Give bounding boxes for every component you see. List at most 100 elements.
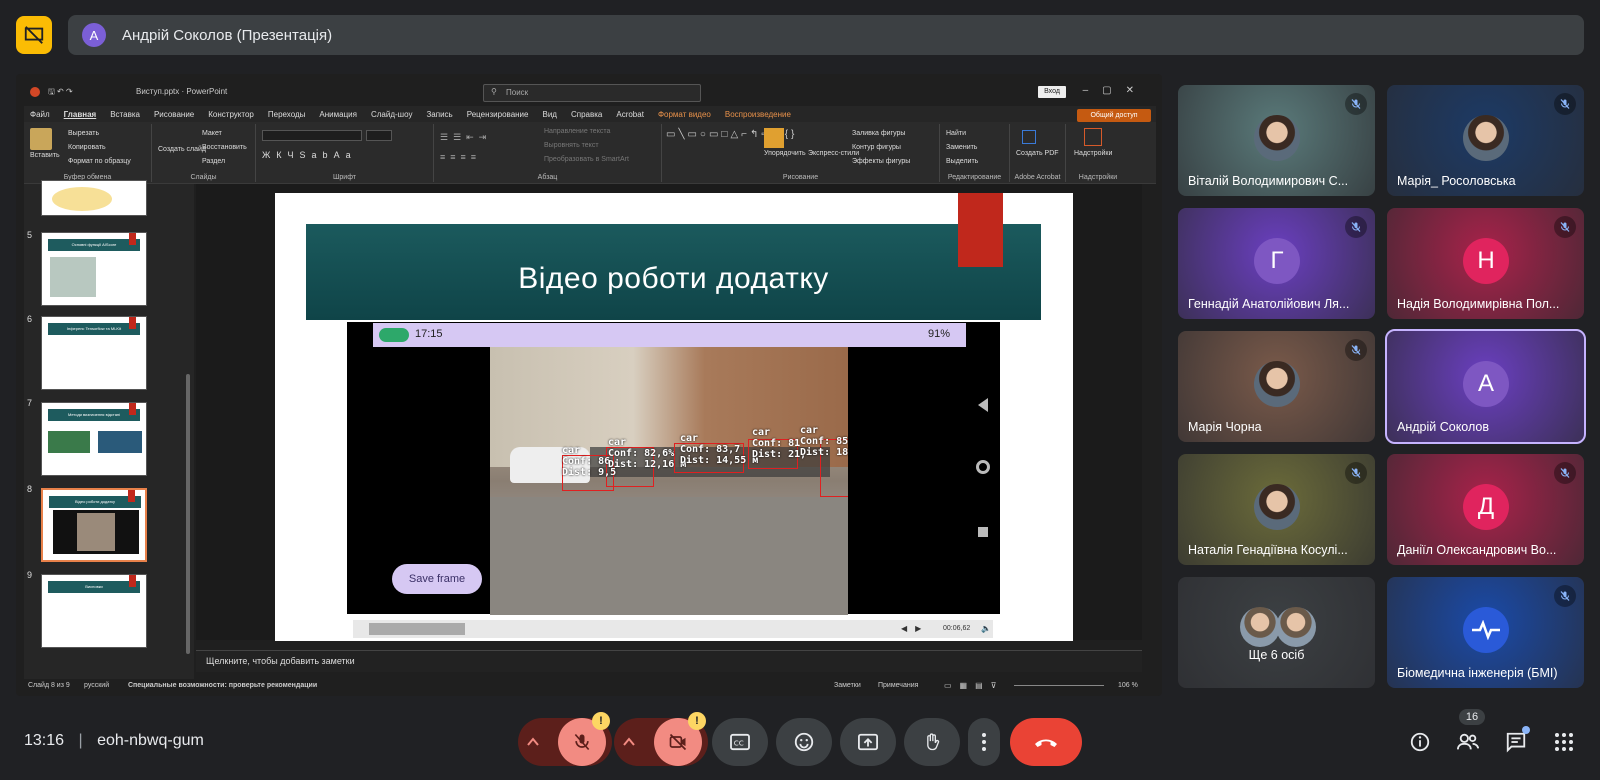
font-size-select[interactable] [366,130,392,141]
shape-fill-button[interactable]: Заливка фигуры [852,130,905,137]
participant-tile[interactable]: Наталія Генадіївна Косулі... [1178,454,1375,565]
comments-toggle[interactable]: Примечания [878,682,918,689]
create-pdf-icon[interactable] [1022,130,1036,144]
menu-transitions[interactable]: Переходы [268,110,306,119]
text-direction-button[interactable]: Направление текста [544,128,610,135]
paste-icon[interactable] [30,128,52,150]
participant-tile[interactable]: А Андрій Соколов [1385,329,1586,444]
presenting-indicator-icon[interactable] [16,16,52,54]
participant-tile[interactable]: Біомедична інженерія (БМІ) [1387,577,1584,688]
ppt-search-box[interactable]: ⚲ Поиск [483,84,701,102]
shape-effects-button[interactable]: Эффекты фигуры [852,158,910,165]
menu-help[interactable]: Справка [571,110,602,119]
copy-button[interactable]: Копировать [68,144,106,151]
menu-review[interactable]: Рецензирование [467,110,529,119]
addins-button[interactable]: Надстройки [1074,150,1112,157]
menu-file[interactable]: Файл [30,110,50,119]
thumbnail-scrollbar[interactable] [186,374,190,654]
font-format-buttons[interactable]: ЖКЧSabAa [262,150,357,160]
slide-thumbnail-7[interactable]: Методи визначення відстані [41,402,147,476]
share-button[interactable]: Общий доступ [1077,109,1151,122]
more-options-button[interactable] [968,718,1000,766]
slide-thumbnail-9[interactable]: Висновки [41,574,147,648]
create-pdf-button[interactable]: Создать PDF [1016,150,1059,157]
phone-back-icon[interactable] [978,398,988,412]
menu-home[interactable]: Главная [64,110,97,119]
section-button[interactable]: Раздел [202,158,225,165]
select-button[interactable]: Выделить [946,158,978,165]
menu-view[interactable]: Вид [542,110,556,119]
camera-warning-icon[interactable]: ! [688,712,706,730]
slide-thumbnail-5[interactable]: Основні функції AIScore [41,232,147,306]
present-screen-button[interactable] [840,718,896,766]
participant-tile[interactable]: Г Геннадій Анатолійович Ля... [1178,208,1375,319]
menu-record[interactable]: Запись [426,110,452,119]
window-controls[interactable]: –▢✕ [1083,85,1148,96]
quick-access-icons[interactable]: 🖫 ↶ ↷ [48,86,73,100]
smartart-button[interactable]: Преобразовать в SmartArt [544,156,629,163]
captions-button[interactable]: CC [712,718,768,766]
mic-warning-icon[interactable]: ! [592,712,610,730]
participant-tile[interactable]: Д Даніїл Олександрович Во... [1387,454,1584,565]
find-button[interactable]: Найти [946,130,966,137]
participant-tile[interactable]: Марія_ Росоловська [1387,85,1584,196]
chat-button[interactable] [1504,726,1530,754]
slide-title[interactable]: Відео роботи додатку [306,262,1041,296]
slide-thumbnail-6[interactable]: Інференс Tensorflow та MLKit [41,316,147,390]
list-buttons[interactable]: ☰☰⇤⇥ [440,132,491,143]
video-options-chevron-icon[interactable] [622,735,636,749]
participant-tile[interactable]: Ще 6 осіб [1178,577,1375,688]
new-slide-button[interactable]: Создать слайд [158,146,206,153]
reactions-button[interactable] [776,718,832,766]
menu-acrobat[interactable]: Acrobat [616,110,644,119]
cut-button[interactable]: Вырезать [68,130,99,137]
align-text-button[interactable]: Выровнять текст [544,142,599,149]
phone-recents-icon[interactable] [978,527,988,537]
notes-toggle[interactable]: Заметки [834,682,861,689]
phone-home-icon[interactable] [976,460,990,474]
notes-pane[interactable]: Щелкните, чтобы добавить заметки [196,650,1142,672]
slide-thumbnail-4[interactable] [41,180,147,216]
audio-options-chevron-icon[interactable] [526,735,540,749]
participant-tile[interactable]: Віталій Володимирович С... [1178,85,1375,196]
language-indicator[interactable]: русский [84,682,109,689]
menu-design[interactable]: Конструктор [208,110,254,119]
volume-icon[interactable]: 🔈 [981,624,991,633]
menu-playback[interactable]: Воспроизведение [725,110,791,119]
participant-tile[interactable]: Н Надія Володимирівна Пол... [1387,208,1584,319]
participant-tile[interactable]: Марія Чорна [1178,331,1375,442]
end-call-button[interactable] [1010,718,1082,766]
shape-outline-button[interactable]: Контур фигуры [852,144,901,151]
zoom-slider[interactable] [1014,685,1104,686]
arrange-button[interactable]: Упорядочить [764,150,806,157]
player-nav-icons[interactable]: ◀▶ [901,624,929,633]
layout-button[interactable]: Макет [202,130,222,137]
raise-hand-button[interactable] [904,718,960,766]
format-painter-button[interactable]: Формат по образцу [68,158,131,165]
menu-animations[interactable]: Анимация [319,110,357,119]
arrange-icon[interactable] [764,128,784,148]
people-button[interactable] [1456,730,1480,754]
menu-draw[interactable]: Рисование [154,110,194,119]
video-player-bar[interactable]: ◀▶ 00:06,62 🔈 [353,620,993,638]
quick-styles-button[interactable]: Экспресс-стили [808,150,859,157]
meeting-code[interactable]: eoh-nbwq-gum [97,732,204,749]
reset-button[interactable]: Восстановить [202,144,247,151]
slide-thumbnail-8-selected[interactable]: Відео роботи додатку [41,488,147,562]
meeting-details-button[interactable] [1408,730,1432,754]
menu-video-format[interactable]: Формат видео [658,110,711,119]
addins-icon[interactable] [1084,128,1102,146]
menu-insert[interactable]: Вставка [110,110,140,119]
font-name-select[interactable] [262,130,362,141]
replace-button[interactable]: Заменить [946,144,977,151]
zoom-level[interactable]: 106 % [1118,682,1138,689]
activities-button[interactable] [1552,730,1576,754]
view-mode-icons[interactable]: ▭▦▤⊽ [944,681,1005,690]
paste-button[interactable]: Вставить [30,152,60,159]
shapes-gallery[interactable]: ▭╲▭○▭□△⌐↰⇨☆{} [666,128,794,141]
menu-slideshow[interactable]: Слайд-шоу [371,110,412,119]
align-buttons[interactable]: ≡≡≡≡ [440,152,481,162]
save-frame-button[interactable]: Save frame [392,564,482,594]
accessibility-status[interactable]: Специальные возможности: проверьте реком… [128,682,317,689]
login-button[interactable]: Вход [1038,86,1066,98]
